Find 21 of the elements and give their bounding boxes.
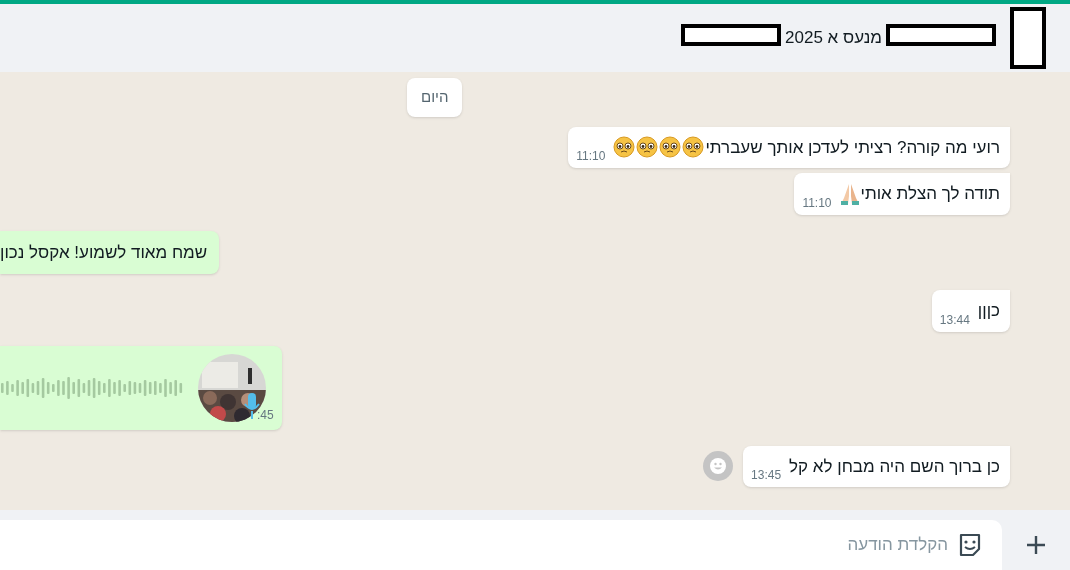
- reaction-button[interactable]: [703, 451, 734, 482]
- message-text: כן ברוך השם היה מבחן לא קל: [789, 455, 1000, 478]
- date-chip: היום: [407, 78, 463, 117]
- message-time: 11:10: [576, 150, 606, 162]
- teary-face-icon: [659, 136, 682, 159]
- message-time: 11:10: [802, 196, 832, 209]
- smiley-icon: [709, 457, 728, 476]
- plus-icon: [1024, 533, 1048, 557]
- message-text: תודה לך הצלת אותי: [860, 183, 1000, 205]
- chat-title: מנעס א 2025: [785, 27, 882, 50]
- redaction-box: [1010, 7, 1046, 69]
- message-text: שמח מאוד לשמוע! אקסל נכון: [0, 241, 208, 264]
- teary-face-icon: [682, 136, 705, 159]
- teary-face-icon: [636, 136, 659, 159]
- message-time: :45: [257, 408, 274, 421]
- message-text: רועי מה קורה? רציתי לעדכן אותך שעברתי: [705, 136, 1000, 159]
- message-time: 13:45: [751, 469, 782, 481]
- message-text: כןןן: [977, 300, 1000, 322]
- message-time: 13:44: [939, 313, 970, 326]
- microphone-icon: [244, 391, 260, 420]
- teary-face-icon: [613, 136, 636, 159]
